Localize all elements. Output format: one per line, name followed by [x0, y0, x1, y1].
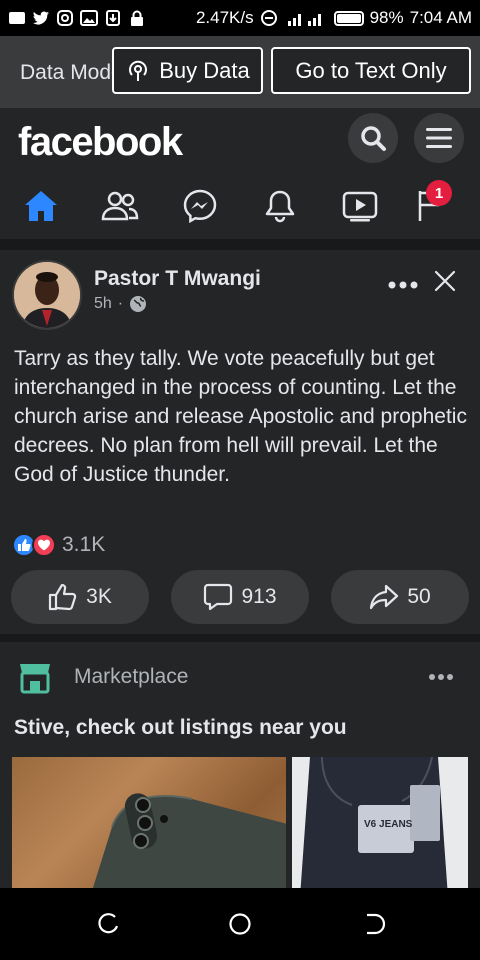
bell-icon	[265, 190, 295, 223]
post-card: Pastor T Mwangi 5h · Tarry as they tally…	[0, 250, 480, 634]
hamburger-icon	[426, 128, 452, 148]
tab-friends[interactable]	[98, 184, 142, 228]
marketplace-card: Marketplace Stive, check out listings ne…	[0, 642, 480, 888]
love-reaction-icon	[32, 533, 56, 557]
post-more-button[interactable]	[388, 270, 418, 290]
post-body: Tarry as they tally. We vote peacefully …	[14, 347, 467, 486]
status-bar: 2.47K/s 98% 7:04 AM	[0, 0, 480, 36]
share-icon	[370, 584, 399, 610]
dnd-icon	[260, 10, 277, 26]
post-author[interactable]: Pastor T Mwangi	[94, 267, 261, 291]
post-time[interactable]: 5h	[94, 295, 112, 313]
broadcast-icon	[129, 60, 148, 81]
text-only-button[interactable]: Go to Text Only	[271, 47, 471, 94]
app-header: facebook 1	[0, 108, 480, 244]
close-icon[interactable]	[432, 268, 458, 294]
author-avatar[interactable]	[12, 260, 82, 330]
home-icon	[25, 191, 57, 221]
signal-icon	[287, 14, 321, 26]
instagram-icon	[57, 10, 73, 26]
globe-icon	[130, 296, 147, 312]
friends-icon	[101, 191, 139, 221]
jeans-brand-label: V6 JEANS	[364, 819, 413, 830]
tab-home[interactable]	[19, 184, 63, 228]
notification-icons	[8, 10, 146, 26]
like-count: 3K	[86, 585, 112, 608]
text-only-label: Go to Text Only	[295, 57, 447, 83]
twitter-icon	[33, 11, 49, 25]
lock-icon	[131, 10, 143, 26]
menu-button[interactable]	[414, 113, 464, 163]
marketplace-more-button[interactable]	[428, 664, 454, 684]
search-button[interactable]	[348, 113, 398, 163]
listing-card-phone[interactable]	[12, 757, 286, 888]
buy-data-button[interactable]: Buy Data	[112, 47, 263, 94]
data-mode-label: Data Mode	[20, 61, 112, 84]
marketplace-title[interactable]: Marketplace	[74, 665, 188, 689]
phone-photo	[92, 793, 286, 888]
comment-icon	[204, 583, 233, 611]
battery-level: 98%	[369, 8, 404, 27]
message-icon	[9, 12, 25, 24]
recents-icon[interactable]	[96, 912, 120, 936]
marketplace-heading: Stive, check out listings near you	[14, 716, 347, 739]
header-divider	[0, 239, 480, 244]
data-mode-bar: Data Mode Buy Data Go to Text Only	[0, 36, 480, 108]
tab-pages[interactable]: 1	[416, 180, 452, 228]
home-nav-icon[interactable]	[228, 912, 252, 936]
share-button[interactable]: 50	[331, 570, 469, 624]
comment-button[interactable]: 913	[171, 570, 309, 624]
post-actions: 3K 913 50	[0, 570, 480, 626]
reaction-summary[interactable]: 3.1K	[12, 533, 105, 557]
system-indicators: 2.47K/s 98% 7:04 AM	[196, 8, 472, 28]
marketplace-icon[interactable]	[18, 660, 52, 694]
tab-watch[interactable]	[338, 184, 382, 228]
meta-separator: ·	[117, 295, 124, 312]
buy-data-label: Buy Data	[159, 57, 250, 83]
tab-messenger[interactable]	[178, 184, 222, 228]
tab-notifications[interactable]	[258, 184, 302, 228]
facebook-logo[interactable]: facebook	[18, 120, 183, 165]
thumbs-up-icon	[49, 583, 77, 611]
download-icon	[106, 10, 120, 26]
main-nav: 1	[0, 178, 480, 236]
share-count: 50	[407, 585, 431, 608]
more-icon	[429, 674, 453, 680]
battery-icon	[333, 10, 364, 26]
back-icon[interactable]	[362, 912, 386, 936]
clock: 7:04 AM	[409, 8, 472, 27]
system-nav-bar	[0, 888, 480, 960]
like-button[interactable]: 3K	[11, 570, 149, 624]
network-speed: 2.47K/s	[195, 8, 254, 27]
more-icon	[388, 281, 418, 289]
notification-badge: 1	[426, 180, 452, 206]
gallery-icon	[80, 10, 98, 26]
avatar-photo	[14, 262, 80, 328]
post-meta: 5h ·	[94, 295, 147, 313]
video-icon	[342, 191, 378, 222]
messenger-icon	[183, 189, 217, 223]
comment-count: 913	[241, 585, 277, 608]
reaction-count: 3.1K	[62, 533, 106, 556]
listing-card-jeans[interactable]: V6 JEANS	[292, 757, 468, 888]
search-icon	[361, 126, 386, 151]
